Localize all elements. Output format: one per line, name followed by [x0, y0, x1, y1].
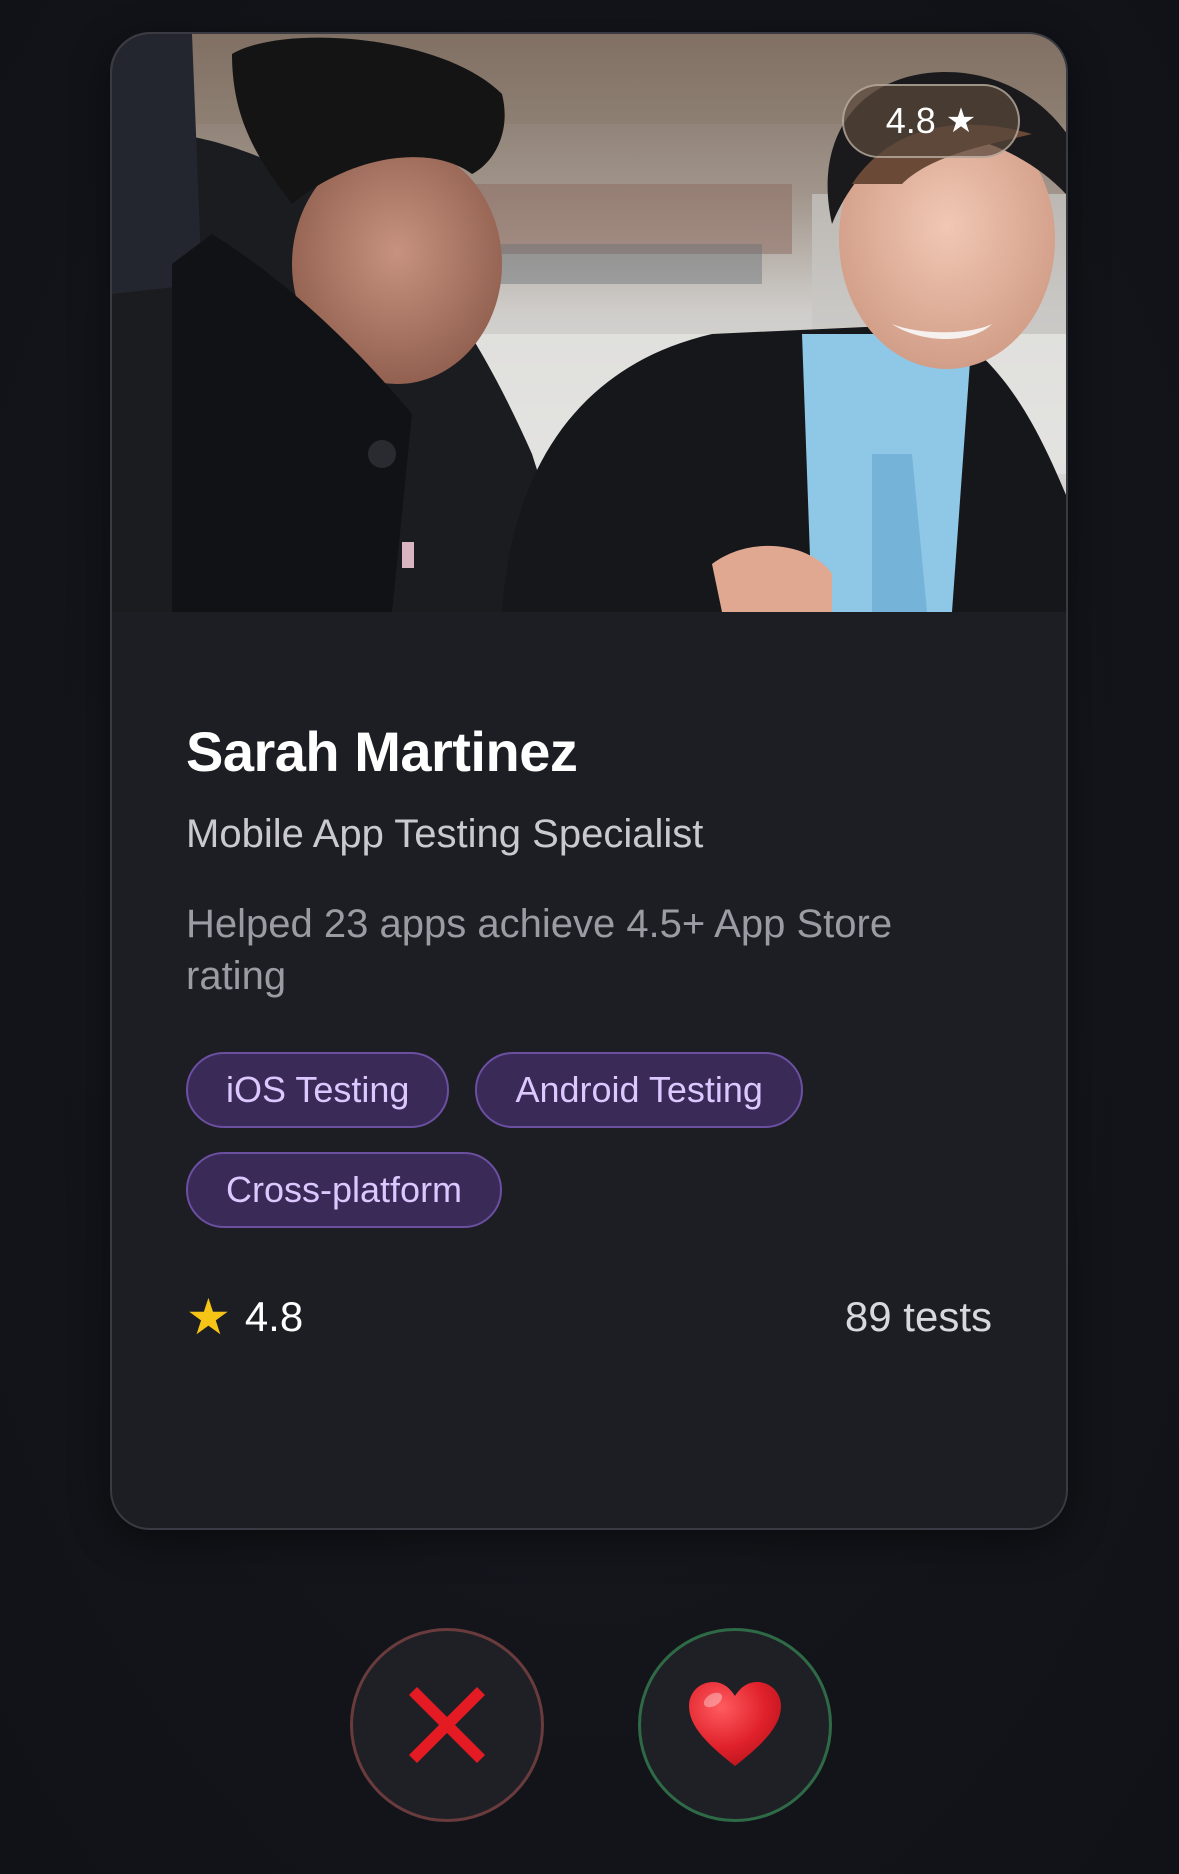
profile-info: Sarah Martinez Mobile App Testing Specia… [186, 612, 992, 1228]
skill-tag: Cross-platform [186, 1152, 503, 1228]
skill-tags: iOS Testing Android Testing Cross-platfo… [186, 1052, 906, 1228]
red-heart-icon [689, 1682, 781, 1766]
photo-rating-badge: 4.8 ★ [842, 84, 1020, 158]
profile-card[interactable]: 4.8 ★ Sarah Martinez Mobile App Testing … [110, 32, 1068, 1530]
gold-star-icon: ★ [186, 1289, 231, 1345]
like-button[interactable] [638, 1628, 832, 1822]
profile-summary: Helped 23 apps achieve 4.5+ App Store ra… [186, 902, 893, 998]
star-icon: ★ [945, 102, 977, 140]
rating-value: 4.8 [244, 1293, 304, 1340]
profile-role: Mobile App Testing Specialist [186, 812, 704, 856]
rating-stat: ★ 4.8 [186, 1292, 303, 1342]
red-x-icon [409, 1687, 485, 1763]
skill-tag: Android Testing [475, 1052, 803, 1128]
photo-rating-value: 4.8 [885, 100, 936, 141]
reject-button[interactable] [350, 1628, 544, 1822]
skill-tag: iOS Testing [186, 1052, 450, 1128]
tests-count: 89 tests [844, 1293, 992, 1340]
profile-photo: 4.8 ★ [112, 34, 1066, 612]
action-bar [0, 1628, 1179, 1822]
profile-name: Sarah Martinez [186, 720, 578, 783]
profile-stats: ★ 4.8 89 tests [186, 1292, 992, 1342]
